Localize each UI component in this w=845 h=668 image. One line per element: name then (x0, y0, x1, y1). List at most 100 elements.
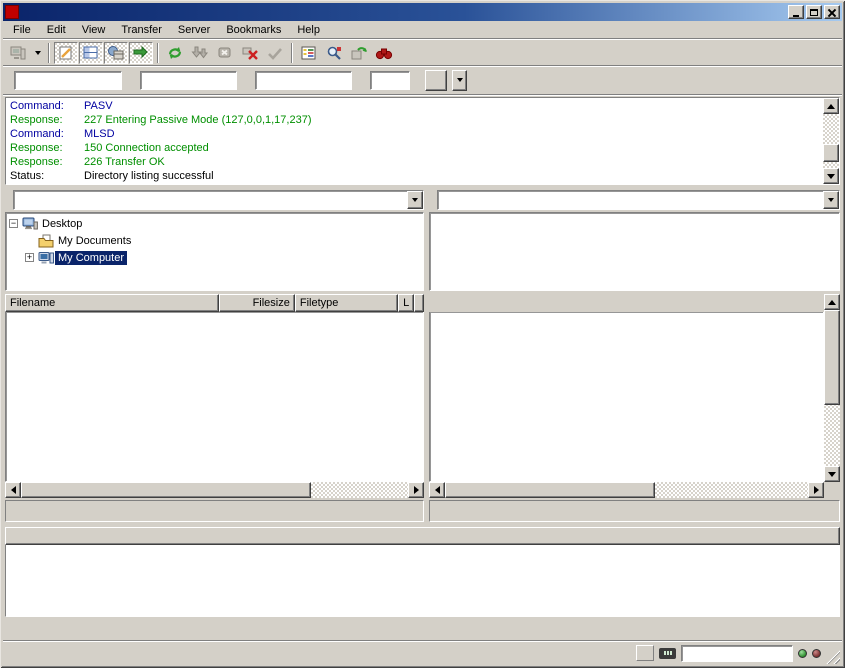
scroll-down-icon[interactable] (823, 168, 839, 184)
column-header[interactable]: Filename (5, 294, 219, 312)
local-h-scrollbar[interactable] (5, 482, 424, 498)
resize-grip[interactable] (826, 650, 840, 664)
quickconnect-button[interactable] (425, 70, 447, 91)
scroll-up-icon[interactable] (823, 98, 839, 114)
log-line: Command: PASV (10, 99, 823, 113)
close-button[interactable] (824, 5, 840, 19)
local-site-value (14, 191, 407, 209)
refresh-icon[interactable] (163, 42, 187, 64)
scroll-left-icon[interactable] (429, 482, 445, 498)
column-header[interactable]: L (398, 294, 414, 312)
scroll-right-icon[interactable] (408, 482, 424, 498)
file-search-icon[interactable] (322, 42, 346, 64)
tree-expander[interactable] (25, 253, 34, 262)
local-directory-tree: Desktop My Documents My Computer (5, 212, 424, 291)
toolbar (3, 40, 842, 66)
tree-item[interactable]: Desktop (9, 215, 423, 232)
site-manager-icon[interactable] (6, 42, 30, 64)
tree-item-label: Desktop (39, 217, 85, 231)
site-manager-dropdown-icon[interactable] (31, 42, 44, 64)
disconnect-icon[interactable] (238, 42, 262, 64)
column-header[interactable]: Filesize (219, 294, 295, 312)
process-queue-icon[interactable] (188, 42, 212, 64)
tree-expander[interactable] (9, 219, 18, 228)
remote-h-scrollbar[interactable] (429, 482, 824, 498)
transfer-queue (5, 527, 840, 617)
local-status-text (5, 500, 424, 522)
host-input[interactable] (14, 71, 122, 90)
toggle-remote-tree-icon[interactable] (104, 42, 128, 64)
remote-file-list (429, 294, 840, 498)
reconnect-icon[interactable] (263, 42, 287, 64)
toolbar-separator (48, 43, 50, 63)
toggle-message-log-icon[interactable] (54, 42, 78, 64)
directory-comparison-icon[interactable] (372, 42, 396, 64)
queue-header (5, 527, 840, 545)
quickconnect-dropdown-icon[interactable] (452, 70, 467, 91)
menu-item[interactable]: Help (289, 22, 328, 39)
queue-body (5, 545, 840, 617)
directory-listing-filters-icon[interactable] (297, 42, 321, 64)
docs-icon (38, 233, 55, 248)
log-line-label: Command: (10, 99, 84, 113)
scroll-up-icon[interactable] (824, 294, 840, 310)
scroll-left-icon[interactable] (5, 482, 21, 498)
chevron-down-icon[interactable] (823, 191, 839, 209)
cancel-operation-icon[interactable] (213, 42, 237, 64)
log-scrollbar[interactable] (823, 98, 839, 184)
column-header[interactable]: Filetype (295, 294, 398, 312)
remote-site-combo[interactable] (437, 190, 840, 210)
synchronized-browsing-icon[interactable] (347, 42, 371, 64)
log-line-text: Directory listing successful (84, 169, 214, 183)
remote-v-scrollbar[interactable] (824, 294, 840, 482)
message-log: Command: PASV Response: 227 Entering Pas… (5, 97, 840, 185)
log-line-label: Response: (10, 113, 84, 127)
titlebar[interactable] (3, 3, 842, 21)
local-site-combo[interactable] (13, 190, 424, 210)
menu-item[interactable]: Bookmarks (218, 22, 289, 39)
computer-icon (38, 250, 55, 265)
close-icon (828, 9, 836, 16)
scroll-thumb[interactable] (445, 482, 655, 498)
username-input[interactable] (140, 71, 237, 90)
remote-directory-tree (429, 212, 840, 291)
menu-item[interactable]: Transfer (113, 22, 170, 39)
local-list-header: FilenameFilesizeFiletypeL (5, 294, 424, 312)
log-line-text: 227 Entering Passive Mode (127,0,0,1,17,… (84, 113, 311, 127)
toggle-transfer-queue-icon[interactable] (129, 42, 153, 64)
menu-item[interactable]: Edit (39, 22, 74, 39)
toggle-local-tree-icon[interactable] (79, 42, 103, 64)
remote-pane (429, 189, 840, 522)
log-line: Command: MLSD (10, 127, 823, 141)
port-input[interactable] (370, 71, 410, 90)
log-line: Response: 150 Connection accepted (10, 141, 823, 155)
toolbar-separator (157, 43, 159, 63)
log-line-text: MLSD (84, 127, 115, 141)
menu-item[interactable]: Server (170, 22, 218, 39)
log-line: Response: 226 Transfer OK (10, 155, 823, 169)
menu-item[interactable]: View (74, 22, 114, 39)
remote-list-header (429, 294, 824, 312)
scroll-down-icon[interactable] (824, 466, 840, 482)
tree-item[interactable]: My Computer (9, 249, 423, 266)
activity-led-red-icon (812, 649, 821, 658)
maximize-icon (810, 9, 818, 16)
maximize-button[interactable] (806, 5, 822, 19)
desktop-icon (22, 216, 39, 231)
scroll-thumb[interactable] (824, 310, 840, 405)
scroll-thumb[interactable] (823, 144, 839, 162)
scroll-thumb[interactable] (21, 482, 311, 498)
toolbar-separator (291, 43, 293, 63)
password-input[interactable] (255, 71, 352, 90)
app-logo-icon (5, 5, 19, 19)
log-line-text: PASV (84, 99, 113, 113)
minimize-button[interactable] (788, 5, 804, 19)
menu-item[interactable]: File (5, 22, 39, 39)
local-pane: Desktop My Documents My Computer Filenam… (5, 189, 424, 522)
scroll-right-icon[interactable] (808, 482, 824, 498)
tree-item[interactable]: My Documents (9, 232, 423, 249)
chevron-down-icon[interactable] (407, 191, 423, 209)
statusbar (3, 640, 842, 664)
log-line: Response: 227 Entering Passive Mode (127… (10, 113, 823, 127)
log-line: Status: Directory listing successful (10, 169, 823, 183)
